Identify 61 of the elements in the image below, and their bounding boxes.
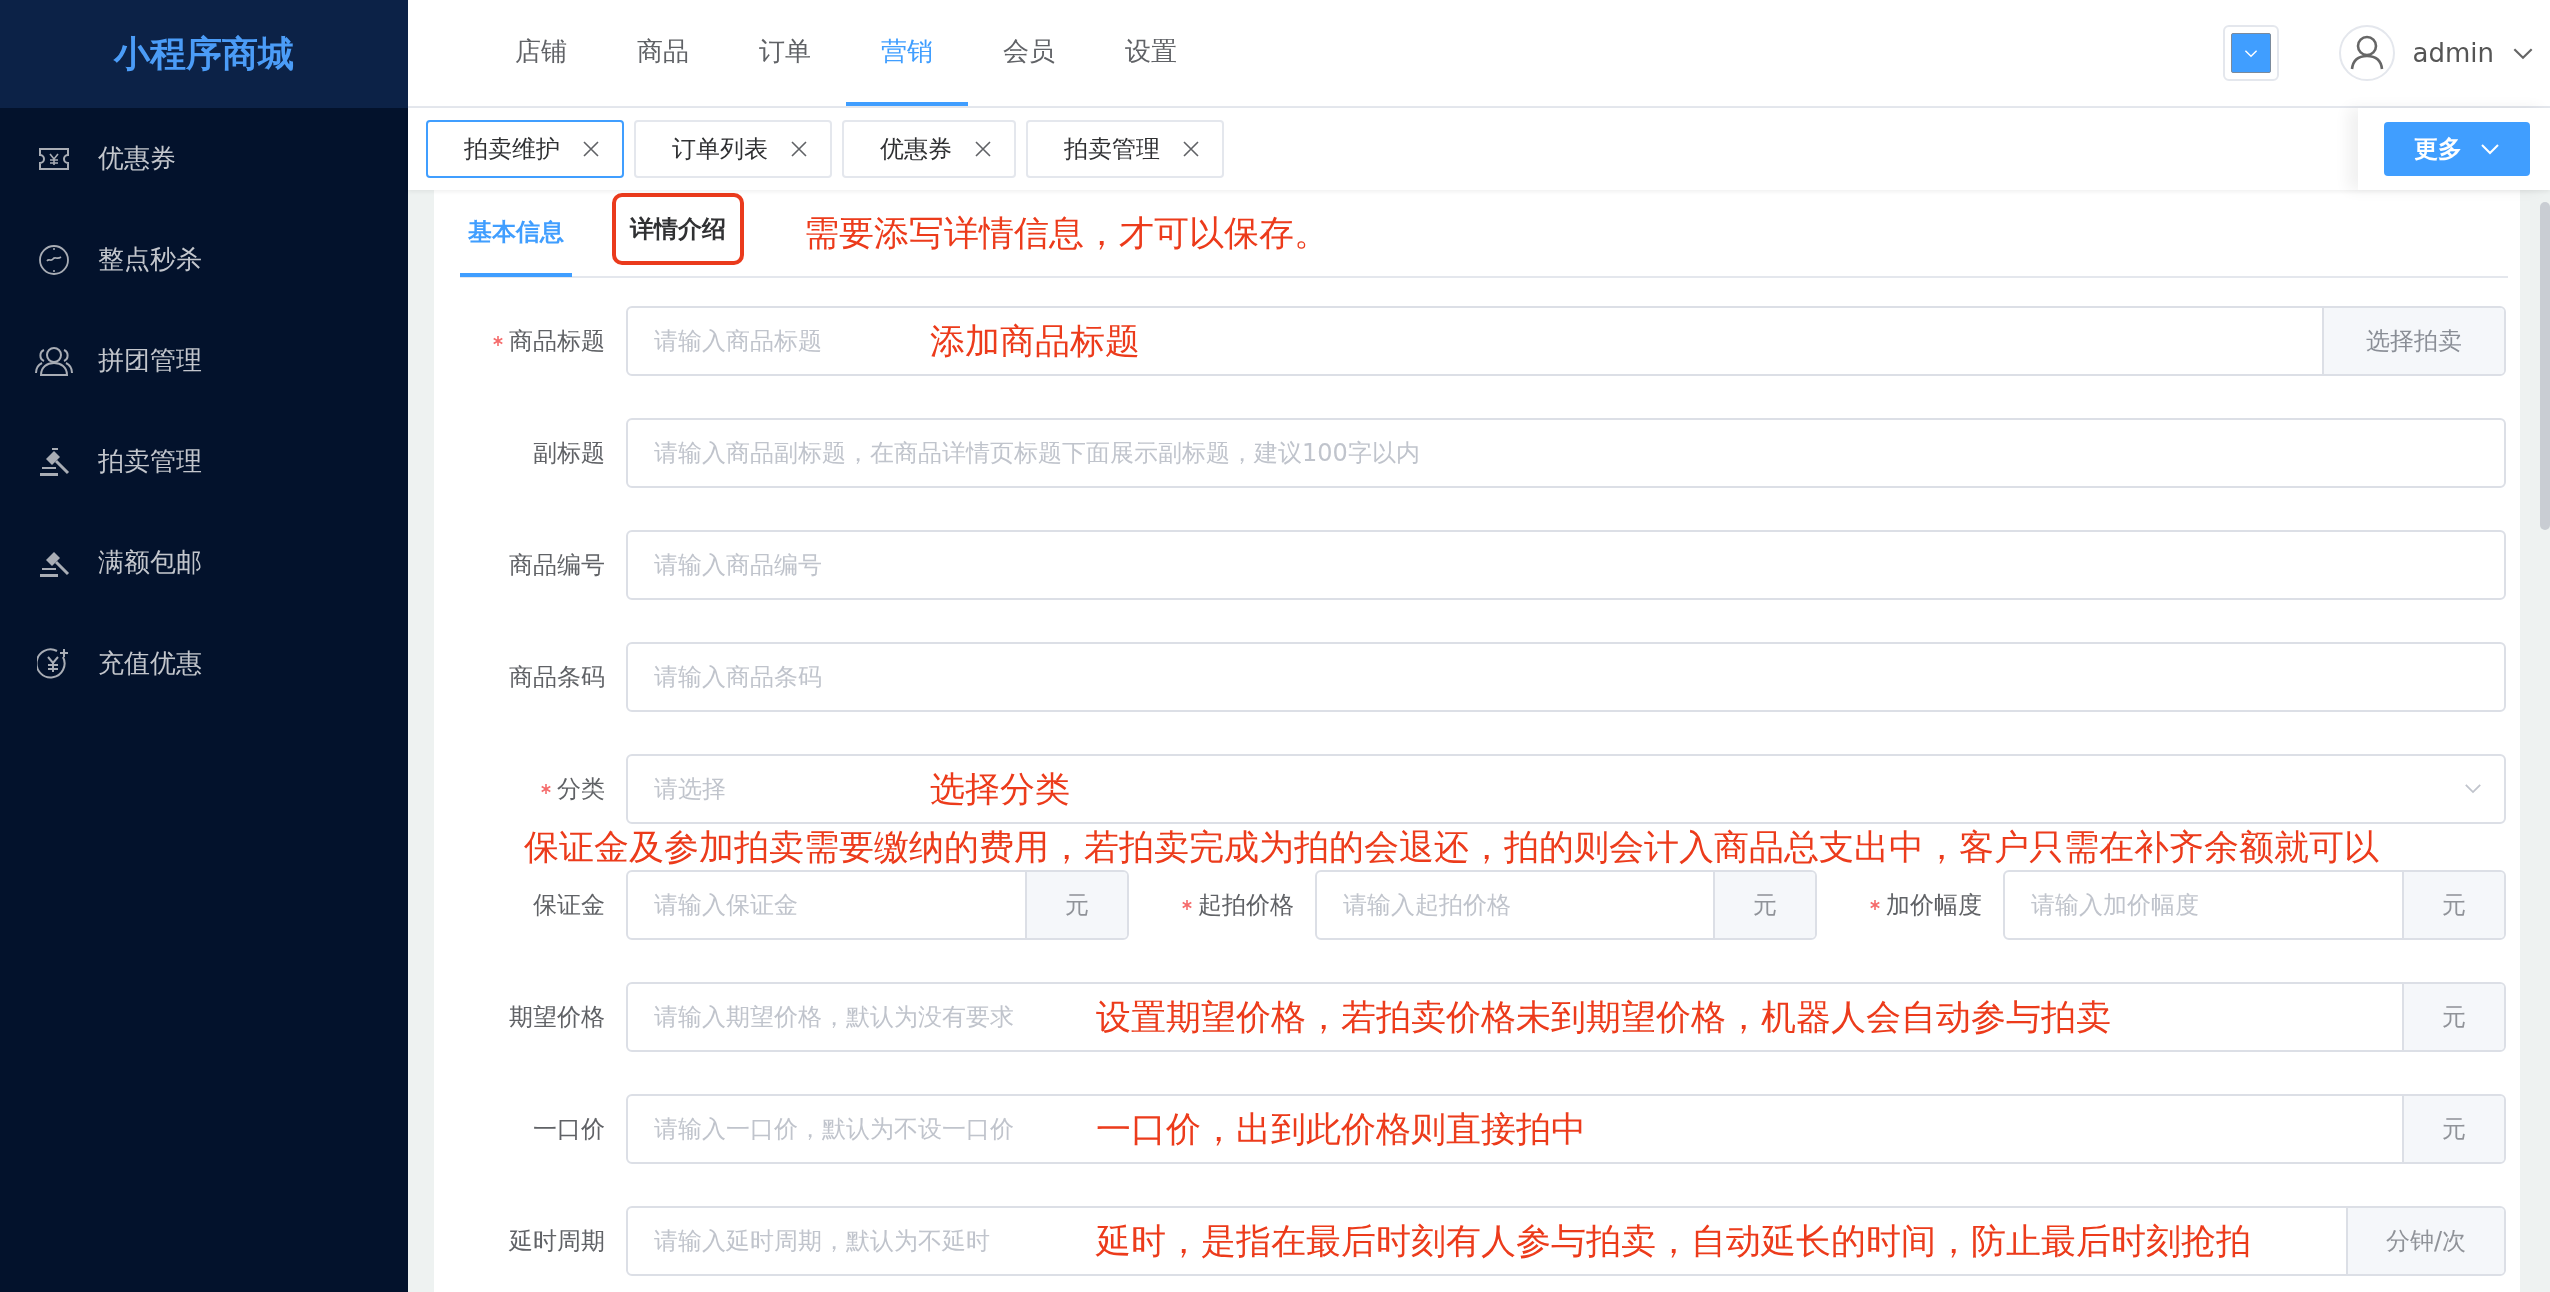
app-logo-text: 小程序商城 <box>114 31 294 76</box>
chevron-down-icon <box>2480 143 2500 155</box>
sidebar-item[interactable]: 拍卖管理 <box>0 411 408 512</box>
sidebar-item[interactable]: 优惠券 <box>0 108 408 209</box>
unit-label: 元 <box>1713 872 1816 938</box>
field-label: 期望价格 <box>509 1002 605 1033</box>
group-icon <box>32 344 76 377</box>
field-label: 商品条码 <box>509 662 605 693</box>
nav-tab[interactable]: 店铺 <box>480 0 602 106</box>
badge-icon <box>38 243 70 276</box>
dropdown-toggle-button[interactable] <box>2222 25 2279 81</box>
unit-label: 元 <box>1024 872 1127 938</box>
unit-label: 元 <box>2402 872 2504 938</box>
annotation-text: 选择分类 <box>930 769 1070 809</box>
field-label: 副标题 <box>533 438 605 469</box>
page-tab[interactable]: 拍卖维护 <box>426 120 624 178</box>
field-label: 分类 <box>557 774 605 805</box>
field-label: 商品标题 <box>509 326 605 357</box>
sidebar-item[interactable]: 充值优惠 <box>0 613 408 714</box>
annotation-text: 一口价，出到此价格则直接拍中 <box>1096 1109 1586 1149</box>
input-field[interactable]: 请输入商品副标题，在商品详情页标题下面展示副标题，建议100字以内 <box>626 418 2506 488</box>
field-label: 加价幅度 <box>1886 890 1983 921</box>
sidebar-item[interactable]: 整点秒杀 <box>0 209 408 310</box>
annotation-text: 需要添写详情信息，才可以保存。 <box>804 211 1329 255</box>
field-label: 起拍价格 <box>1197 890 1294 921</box>
annotation-text: 添加商品标题 <box>930 321 1140 361</box>
avatar-icon <box>2338 25 2395 81</box>
chevron-down-icon <box>2464 783 2482 794</box>
unit-label: 元 <box>2402 1096 2504 1162</box>
input-field[interactable]: 请输入商品编号 <box>626 530 2506 600</box>
nav-tab[interactable]: 设置 <box>1090 0 1212 106</box>
field-label: 一口价 <box>533 1114 605 1145</box>
input-field[interactable]: 请输入商品条码 <box>626 642 2506 712</box>
unit-label: 分钟/次 <box>2345 1208 2504 1274</box>
scrollbar-thumb[interactable] <box>2540 202 2550 530</box>
chevron-down-icon <box>2512 46 2534 60</box>
page-tab[interactable]: 拍卖管理 <box>1026 120 1224 178</box>
sidebar-item[interactable]: 满额包邮 <box>0 512 408 613</box>
unit-label: 元 <box>2402 984 2504 1050</box>
nav-tab[interactable]: 订单 <box>724 0 846 106</box>
ticket-icon <box>38 146 70 171</box>
field-label: 延时周期 <box>509 1226 605 1257</box>
annotation-text: 延时，是指在最后时刻有人参与拍卖，自动延长的时间，防止最后时刻抢拍 <box>1096 1221 2251 1261</box>
sidebar-item[interactable]: 拼团管理 <box>0 310 408 411</box>
nav-tab[interactable]: 商品 <box>602 0 724 106</box>
close-icon[interactable] <box>1182 140 1200 158</box>
user-name[interactable]: admin <box>2412 38 2494 68</box>
close-icon[interactable] <box>582 140 600 158</box>
close-icon[interactable] <box>974 140 992 158</box>
nav-tab[interactable]: 会员 <box>968 0 1090 106</box>
chevron-down-icon <box>2243 48 2258 58</box>
page-tab[interactable]: 订单列表 <box>634 120 832 178</box>
field-label: 商品编号 <box>509 550 605 581</box>
form-tab[interactable]: 详情介绍 <box>612 193 744 265</box>
annotation-text: 保证金及参加拍卖需要缴纳的费用，若拍卖完成为拍的会退还，拍的则会计入商品总支出中，客户只需在补齐余额就可以 <box>523 828 2380 866</box>
field-label: 保证金 <box>533 890 605 921</box>
coin-plus-icon <box>37 646 71 681</box>
page-tab[interactable]: 优惠券 <box>842 120 1016 178</box>
annotation-text: 设置期望价格，若拍卖价格未到期望价格，机器人会自动参与拍卖 <box>1096 997 2111 1037</box>
gavel-icon <box>38 446 70 477</box>
close-icon[interactable] <box>790 140 808 158</box>
